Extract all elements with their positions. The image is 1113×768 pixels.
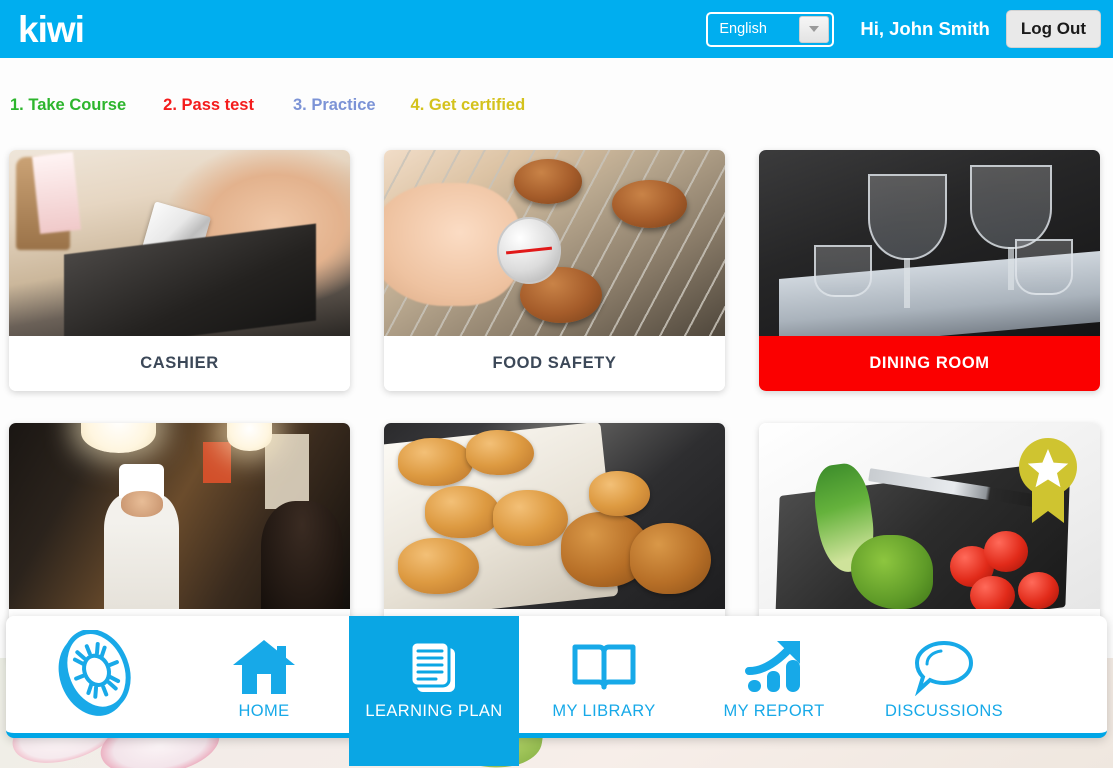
- step-pass-test[interactable]: 2. Pass test: [163, 96, 254, 115]
- language-select-value: English: [719, 21, 767, 37]
- nav-item-label: HOME: [238, 702, 290, 720]
- page-root: kiwi English Hi, John Smith Log Out 1. T…: [0, 0, 1113, 768]
- nav-brand-logo[interactable]: [6, 616, 179, 733]
- bottom-navigation-bar: HOME LEARNING PLAN MY LIBRARY MY REPORT …: [6, 616, 1107, 766]
- step-take-course[interactable]: 1. Take Course: [10, 96, 126, 115]
- course-card-image: [384, 150, 725, 336]
- documents-icon: [403, 634, 465, 700]
- bar-chart-arrow-icon: [741, 634, 807, 700]
- course-card-title: CASHIER: [9, 336, 350, 391]
- certification-star-badge-icon: [1019, 438, 1077, 523]
- step-get-certified[interactable]: 4. Get certified: [411, 96, 526, 115]
- nav-item-label: MY REPORT: [723, 702, 825, 720]
- kiwi-logo[interactable]: kiwi: [18, 11, 85, 48]
- nav-item-label: LEARNING PLAN: [365, 702, 503, 720]
- course-card-title: FOOD SAFETY: [384, 336, 725, 391]
- step-practice[interactable]: 3. Practice: [293, 96, 376, 115]
- header-right-group: English Hi, John Smith Log Out: [706, 10, 1101, 48]
- nav-item-label: DISCUSSIONS: [884, 702, 1004, 720]
- nav-item-discussions[interactable]: DISCUSSIONS: [859, 616, 1029, 733]
- open-book-icon: [571, 634, 637, 700]
- nav-item-label: MY LIBRARY: [552, 702, 656, 720]
- app-header: kiwi English Hi, John Smith Log Out: [0, 0, 1113, 58]
- user-greeting: Hi, John Smith: [860, 18, 990, 39]
- kiwi-fruit-icon: [58, 629, 131, 716]
- chevron-down-icon[interactable]: [799, 15, 830, 43]
- course-card-grid: CASHIER FOOD SAFETY DINING ROOM: [0, 150, 1113, 664]
- nav-item-learning-plan[interactable]: LEARNING PLAN: [349, 616, 519, 766]
- course-card-cashier[interactable]: CASHIER: [9, 150, 350, 391]
- course-card-image: [759, 150, 1100, 336]
- nav-item-my-report[interactable]: MY REPORT: [689, 616, 859, 733]
- home-icon: [231, 634, 297, 700]
- course-card-food-safety[interactable]: FOOD SAFETY: [384, 150, 725, 391]
- course-card-dining-room[interactable]: DINING ROOM: [759, 150, 1100, 391]
- course-card-image: [759, 423, 1100, 609]
- course-card-title: DINING ROOM: [759, 336, 1100, 391]
- progress-steps: 1. Take Course 2. Pass test 3. Practice …: [10, 96, 525, 115]
- nav-item-my-library[interactable]: MY LIBRARY: [519, 616, 689, 733]
- course-card-image: [384, 423, 725, 609]
- logout-button[interactable]: Log Out: [1005, 10, 1101, 48]
- speech-bubble-icon: [911, 634, 977, 700]
- course-card-image: [9, 150, 350, 336]
- nav-item-home[interactable]: HOME: [179, 616, 349, 733]
- course-card-image: [9, 423, 350, 609]
- language-select[interactable]: English: [706, 11, 835, 47]
